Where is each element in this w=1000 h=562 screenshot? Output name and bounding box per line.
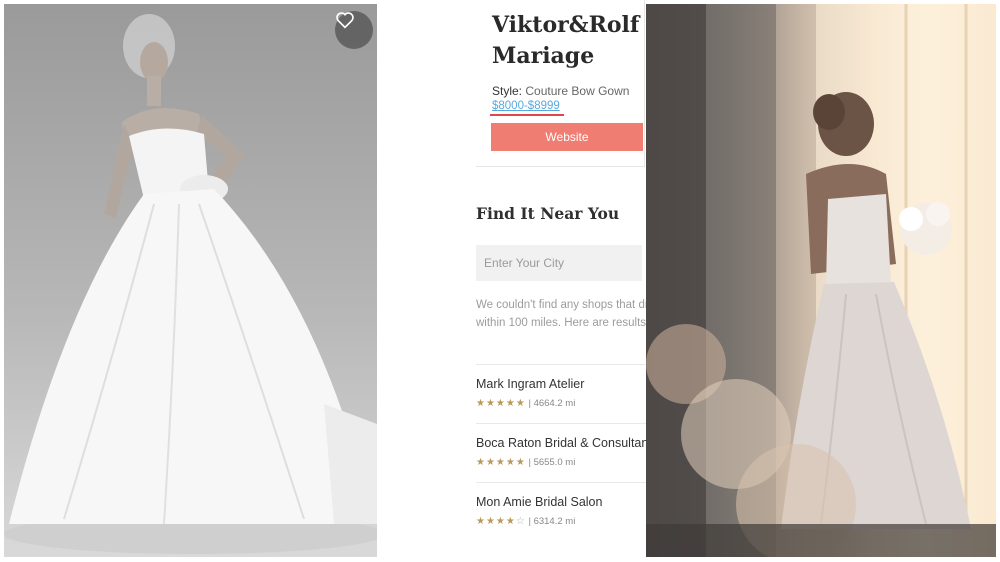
price-underline-mark	[490, 114, 564, 116]
shop-list-item[interactable]: Mon Amie Bridal Salon ★★★★☆ | 6314.2 mi	[476, 482, 646, 541]
shop-distance: 6314.2 mi	[533, 516, 576, 527]
price-range-link[interactable]: $8000-$8999	[492, 100, 560, 112]
product-info-panel: Viktor&Rolf Mariage Style: Couture Bow G…	[476, 0, 646, 562]
shop-distance: 4664.2 mi	[533, 398, 576, 409]
star-rating: ★★★★★	[476, 398, 526, 409]
shop-meta: ★★★★☆ | 6314.2 mi	[476, 516, 576, 527]
shop-name[interactable]: Boca Raton Bridal & Consultants	[476, 436, 646, 450]
find-near-you-heading: Find It Near You	[476, 204, 620, 223]
product-card: Viktor&Rolf Mariage Style: Couture Bow G…	[476, 0, 645, 167]
website-button[interactable]: Website	[491, 123, 643, 151]
star-rating: ★★★★☆	[476, 516, 526, 527]
style-label: Style:	[492, 84, 523, 98]
gown-photo-left	[4, 4, 377, 557]
heart-icon	[336, 12, 354, 29]
star-rating: ★★★★★	[476, 457, 526, 468]
shop-meta: ★★★★★ | 4664.2 mi	[476, 398, 576, 409]
shop-distance: 5655.0 mi	[533, 457, 576, 468]
shop-name[interactable]: Mon Amie Bridal Salon	[476, 495, 602, 509]
bride-window-photo	[646, 4, 996, 557]
designer-name: Viktor&Rolf Mariage	[492, 12, 640, 69]
shop-list-item[interactable]: Mark Ingram Atelier ★★★★★ | 4664.2 mi	[476, 364, 646, 423]
style-value: Couture Bow Gown	[525, 84, 630, 98]
city-search-input[interactable]	[476, 245, 642, 281]
shop-list-item[interactable]: Boca Raton Bridal & Consultants ★★★★★ | …	[476, 423, 646, 482]
shop-name[interactable]: Mark Ingram Atelier	[476, 377, 584, 391]
style-line: Style: Couture Bow Gown	[492, 84, 629, 98]
no-shops-notice: We couldn't find any shops that dress wi…	[476, 299, 646, 329]
shop-meta: ★★★★★ | 5655.0 mi	[476, 457, 576, 468]
favorite-button[interactable]	[335, 11, 373, 49]
bride-illustration	[646, 4, 996, 557]
model-illustration	[4, 14, 377, 554]
